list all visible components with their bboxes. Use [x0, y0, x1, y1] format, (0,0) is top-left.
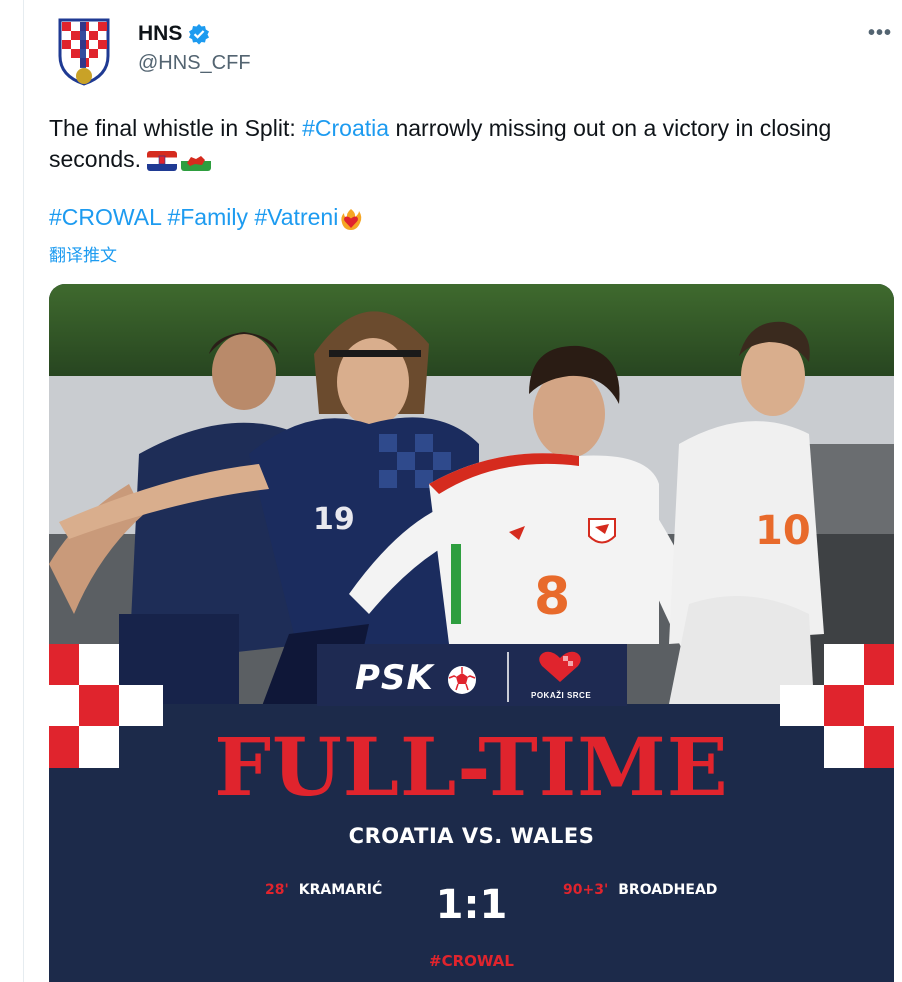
- heart-on-fire-icon: [341, 208, 362, 230]
- crowal-tag: #CROWAL: [429, 952, 514, 970]
- pokazi-srce-heart-icon: [539, 651, 581, 682]
- hashtag-crowal[interactable]: #CROWAL: [49, 204, 161, 230]
- psk-wordmark: PSK: [355, 658, 434, 698]
- tweet-media-image[interactable]: 19 8 10 PSK POKAŽI SRCE FULL-TIME CROATI…: [49, 284, 894, 982]
- more-options-icon[interactable]: •••: [868, 22, 892, 45]
- football-icon: [447, 665, 476, 694]
- psk-logo: PSK: [355, 658, 477, 698]
- hashtag-row: #CROWAL #Family #Vatreni: [49, 204, 364, 232]
- svg-text:19: 19: [313, 502, 355, 537]
- translate-tweet-link[interactable]: 翻译推文: [49, 241, 117, 266]
- sponsor-divider: [507, 652, 509, 702]
- hashtag-family[interactable]: #Family: [167, 204, 248, 230]
- tweet-body: The final whistle in Split: #Croatia nar…: [49, 113, 879, 175]
- away-scorer-minute: 90+3': [563, 882, 609, 898]
- away-scorer: 90+3' BROADHEAD: [563, 882, 717, 898]
- tweet-text-start: The final whistle in Split:: [49, 115, 303, 141]
- pokazi-srce-label: POKAŽI SRCE: [531, 691, 592, 700]
- final-score: 1:1: [435, 882, 508, 928]
- fulltime-headline: FULL-TIME: [214, 720, 729, 814]
- matchup-title: CROATIA VS. WALES: [348, 824, 595, 848]
- croatia-flag-icon: [147, 150, 178, 171]
- hashtag-croatia[interactable]: #Croatia: [302, 115, 389, 141]
- away-scorer-name: BROADHEAD: [618, 882, 718, 898]
- author-handle[interactable]: @HNS_CFF: [138, 52, 251, 75]
- tweet-author[interactable]: HNS @HNS_CFF: [138, 22, 251, 75]
- author-name[interactable]: HNS: [138, 22, 182, 46]
- svg-text:8: 8: [534, 567, 570, 627]
- svg-text:10: 10: [755, 508, 811, 554]
- croatia-crest-icon[interactable]: [54, 16, 114, 88]
- verified-badge-icon: [189, 24, 210, 45]
- wales-flag-icon: [181, 150, 212, 171]
- hashtag-vatreni[interactable]: #Vatreni: [254, 204, 338, 230]
